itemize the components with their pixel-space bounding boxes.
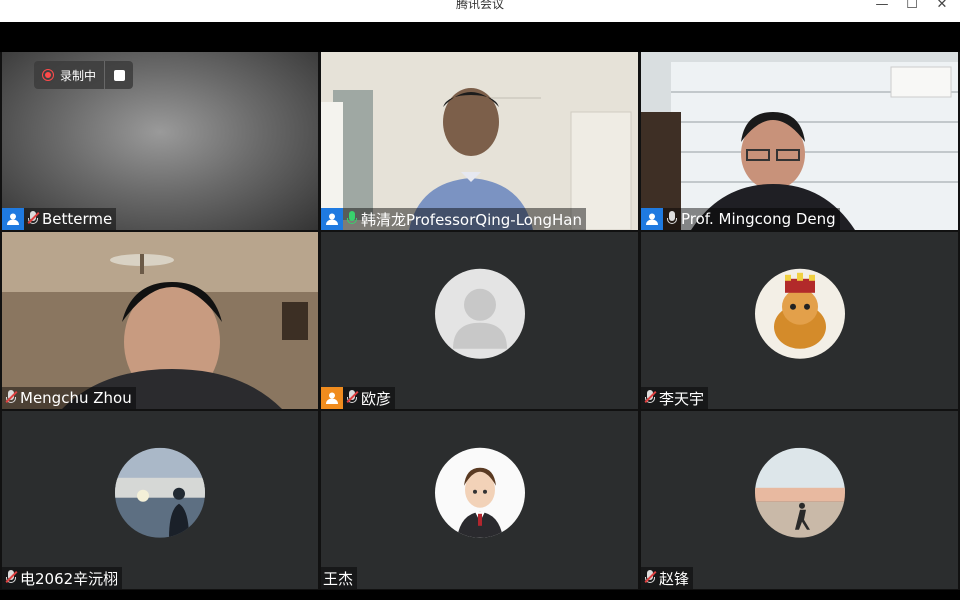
participant-name: 韩清龙ProfessorQing-LongHan: [361, 210, 582, 229]
window-title: 腾讯会议: [455, 0, 504, 11]
participant-tile-mingcongdeng[interactable]: Prof. Mingcong Deng: [641, 52, 958, 230]
mic-muted-icon: [5, 390, 18, 406]
cartoon-avatar: [434, 447, 525, 538]
participant-namebar: Mengchu Zhou: [2, 387, 136, 409]
participant-tile-mengchuzhou[interactable]: Mengchu Zhou: [2, 232, 318, 409]
close-button[interactable]: ✕: [928, 0, 956, 16]
participant-name: Betterme: [42, 210, 113, 228]
mic-muted-icon: [644, 570, 657, 586]
user-icon: [641, 208, 663, 230]
stop-recording-button[interactable]: [104, 61, 133, 89]
record-icon: [42, 69, 54, 81]
user-icon: [321, 208, 343, 230]
participant-name: 王杰: [323, 569, 354, 588]
participant-name: Mengchu Zhou: [20, 389, 132, 407]
participant-tile-wangjie[interactable]: 王杰: [321, 411, 638, 589]
mic-muted-icon: [346, 390, 359, 406]
participant-tile-ouyan[interactable]: 欧彦: [321, 232, 638, 409]
participant-name: 李天宇: [659, 389, 705, 408]
mic-muted-icon: [644, 390, 657, 406]
participant-tile-qinglonghan[interactable]: 韩清龙ProfessorQing-LongHan: [321, 52, 638, 230]
participant-name: 欧彦: [361, 389, 392, 408]
user-icon: [2, 208, 24, 230]
participant-namebar: 欧彦: [321, 387, 396, 409]
beach-avatar: [754, 447, 845, 538]
participant-namebar: 王杰: [321, 567, 358, 589]
video-frame: [2, 232, 318, 409]
default-avatar: [434, 268, 525, 359]
mic-muted-icon: [27, 211, 40, 227]
video-frame: [321, 52, 638, 230]
video-frame: [641, 52, 958, 230]
participant-tile-litianyu[interactable]: 李天宇: [641, 232, 958, 409]
participant-namebar: 赵锋: [641, 567, 694, 589]
participant-namebar: 韩清龙ProfessorQing-LongHan: [321, 208, 586, 230]
sunset-avatar: [115, 447, 205, 538]
mic-muted-icon: [666, 211, 678, 227]
participant-tile-zhaofeng[interactable]: 赵锋: [641, 411, 958, 589]
participant-tile-xinyuanxu[interactable]: 电2062辛沅栩: [2, 411, 318, 589]
maximize-button[interactable]: ☐: [898, 0, 926, 16]
participant-name: 电2062辛沅栩: [20, 569, 119, 588]
recording-indicator[interactable]: 录制中: [34, 61, 134, 89]
recording-label: 录制中: [60, 68, 97, 83]
minimize-button[interactable]: —: [868, 0, 896, 16]
participant-namebar: 李天宇: [641, 387, 709, 409]
stop-icon: [113, 69, 125, 81]
participant-name: Prof. Mingcong Deng: [681, 210, 836, 228]
video-grid: 录制中 Betterme 韩清龙ProfessorQing-LongHan Pr…: [0, 52, 960, 590]
mic-muted-icon: [5, 570, 18, 586]
participant-namebar: 电2062辛沅栩: [2, 567, 123, 589]
cat-avatar: [754, 268, 845, 359]
top-toolbar-area: [0, 22, 960, 52]
participant-tile-betterme[interactable]: 录制中 Betterme: [2, 52, 318, 230]
bottom-edge: [0, 590, 960, 600]
participant-name: 赵锋: [659, 569, 690, 588]
participant-namebar: Prof. Mingcong Deng: [641, 208, 840, 230]
participant-namebar: Betterme: [2, 208, 117, 230]
mic-active-icon: [346, 211, 358, 227]
user-icon: [321, 387, 343, 409]
window-titlebar: 腾讯会议 — ☐ ✕: [0, 0, 960, 22]
